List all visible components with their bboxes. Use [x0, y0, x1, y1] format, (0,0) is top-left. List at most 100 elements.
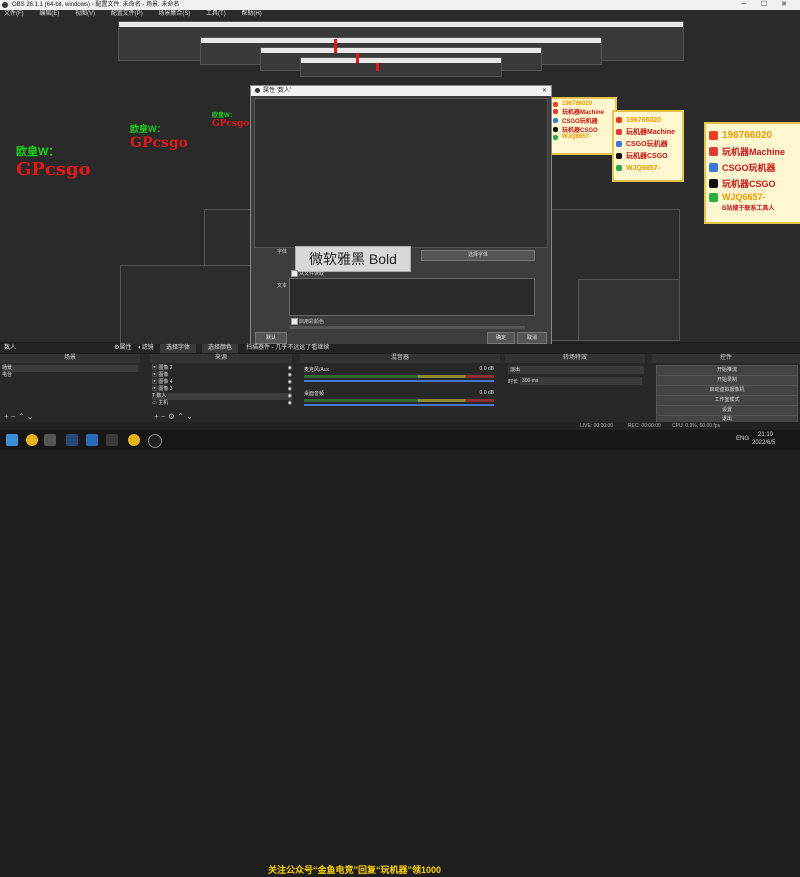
menu-view[interactable]: 视图(V) — [75, 11, 95, 17]
close-button[interactable]: ✕ — [776, 0, 792, 10]
source-item-label: 图像 4 — [158, 379, 173, 385]
menu-edit[interactable]: 编辑(E) — [39, 11, 59, 17]
source-item[interactable]: ▭ 主机 ◉ — [152, 400, 292, 407]
steam-icon[interactable] — [66, 434, 78, 446]
properties-button[interactable]: ⚙属性 — [114, 344, 131, 353]
promo-text: 玩机器CSGO — [626, 153, 668, 160]
add-icon[interactable]: + — [4, 412, 9, 421]
watermark-id: GPcsgo — [212, 119, 250, 129]
eye-icon[interactable]: ◉ — [288, 386, 292, 393]
source-toolbar: 数人 ⚙属性 ◐滤镜 选择字体 选择颜色 扫描器件 - 几乎不远远了看继续 — [0, 344, 800, 353]
source-name: 数人 — [4, 345, 17, 351]
wechat-icon — [616, 165, 622, 171]
scenes-list: 场景 电台 — [2, 365, 138, 379]
wrap-checkbox[interactable] — [291, 318, 298, 325]
clock-time[interactable]: 21:10 — [758, 432, 773, 438]
properties-label: 属性 — [119, 345, 132, 351]
eye-icon[interactable]: ◉ — [288, 379, 292, 386]
nested-obs-window — [300, 57, 502, 77]
menu-tools[interactable]: 工具(T) — [206, 11, 226, 17]
nested-watermark-fragment — [356, 53, 359, 63]
menu-file[interactable]: 文件(F) — [4, 11, 24, 17]
promo-text: WJQ6657- — [722, 192, 766, 202]
add-icon[interactable]: + — [154, 412, 159, 421]
promo-text: WJQ6657- — [562, 134, 592, 140]
pick-color-toolbar-button[interactable]: 选择颜色 — [202, 344, 238, 353]
status-bar: LIVE: 00:00:00 REC: 00:00:00 CPU: 0.9%, … — [0, 422, 800, 430]
defaults-button[interactable]: 默认 — [255, 332, 287, 344]
nested-watermark-fragment — [334, 39, 337, 53]
windows-start-icon[interactable] — [6, 434, 18, 446]
eye-icon[interactable]: ◉ — [288, 400, 292, 407]
move-down-icon[interactable]: ⌄ — [27, 412, 34, 421]
source-item[interactable]: ▣ 图像 2 ◉ — [152, 365, 292, 372]
sources-controls: + − ⚙ ⌃ ⌄ — [154, 412, 193, 421]
filters-button[interactable]: ◐滤镜 — [138, 344, 154, 353]
pick-font-toolbar-button[interactable]: 选择字体 — [160, 344, 196, 353]
scene-item[interactable]: 场景 — [2, 365, 138, 372]
source-item[interactable]: ▣ 图像 3 ◉ — [152, 386, 292, 393]
move-up-icon[interactable]: ⌃ — [177, 412, 184, 421]
promo-panel-large: 196766020 玩机器Machine CSGO玩机器 玩机器CSGO WJQ… — [704, 122, 800, 224]
promo-text: CSGO玩机器 — [722, 162, 776, 173]
duration-input[interactable]: 300 ms — [520, 377, 642, 385]
watermark-label: 欧皇W： — [212, 113, 236, 119]
weibo-icon — [709, 130, 718, 140]
menu-profile[interactable]: 配置文件(P) — [111, 11, 143, 17]
dialog-title: 属性 '数人' — [263, 88, 291, 94]
bilibili-icon — [616, 129, 622, 135]
eye-icon[interactable]: ◉ — [288, 393, 292, 400]
bilibili-icon — [709, 146, 718, 156]
app-icon[interactable] — [86, 434, 98, 446]
source-item[interactable]: T 数人 ◉ — [152, 393, 292, 400]
ok-button[interactable]: 确定 — [487, 332, 515, 344]
watermark-id: GPcsgo — [130, 135, 189, 151]
from-file-checkbox[interactable] — [291, 270, 298, 277]
promo-text: 196766020 — [722, 129, 773, 141]
menu-help[interactable]: 帮助(H) — [241, 11, 261, 17]
gear-icon[interactable]: ⚙ — [168, 412, 175, 421]
bilibili-icon — [553, 109, 558, 114]
nested-titlebar — [201, 38, 601, 43]
source-item-label: 图像 3 — [158, 386, 173, 392]
source-item-label: 图像 2 — [158, 365, 173, 371]
tiktok-icon — [616, 153, 622, 159]
move-down-icon[interactable]: ⌄ — [186, 412, 193, 421]
text-input[interactable] — [289, 278, 535, 316]
move-up-icon[interactable]: ⌃ — [18, 412, 25, 421]
clock-date[interactable]: 2022/6/5 — [752, 440, 775, 446]
input-language[interactable]: ENG — [736, 436, 749, 442]
source-item[interactable]: ▣ 图像 ◉ — [152, 372, 292, 379]
weibo-icon — [616, 117, 622, 123]
remove-icon[interactable]: − — [161, 412, 166, 421]
promo-text: WJQ6657- — [626, 164, 660, 172]
transition-select[interactable]: 淡出 — [508, 366, 644, 374]
volume-slider[interactable] — [304, 380, 494, 382]
nested-titlebar — [119, 22, 683, 27]
nested-watermark-fragment — [376, 63, 379, 71]
chrome-icon[interactable] — [26, 434, 38, 446]
minimize-button[interactable]: ─ — [736, 0, 752, 10]
watermark-small: 欧皇W： GPcsgo — [212, 110, 249, 129]
app-icon[interactable] — [44, 434, 56, 446]
source-item-label: 数人 — [156, 393, 167, 399]
nested-controls — [578, 279, 680, 341]
scenes-controls: + − ⌃ ⌄ — [4, 412, 33, 421]
font-name-display: 微软雅黑 Bold — [295, 246, 411, 272]
cancel-button[interactable]: 取消 — [517, 332, 547, 344]
pick-font-button[interactable]: 选择字体 — [421, 250, 535, 261]
source-item[interactable]: ▣ 图像 4 ◉ — [152, 379, 292, 386]
volume-slider[interactable] — [304, 404, 494, 406]
promo-row: 玩机器CSGO — [553, 125, 613, 134]
dialog-close-icon[interactable]: ✕ — [542, 86, 547, 96]
menu-scene-collection[interactable]: 场景集合(S) — [158, 11, 190, 17]
eye-icon[interactable]: ◉ — [288, 372, 292, 379]
monitor-icon: ▭ — [152, 400, 157, 406]
eye-icon[interactable]: ◉ — [288, 365, 292, 372]
app-icon[interactable] — [106, 434, 118, 446]
maximize-button[interactable]: ☐ — [756, 0, 772, 10]
obs-taskbar-icon[interactable] — [148, 434, 162, 448]
remove-icon[interactable]: − — [11, 412, 16, 421]
chrome-icon[interactable] — [128, 434, 140, 446]
scene-item[interactable]: 电台 — [2, 372, 138, 379]
